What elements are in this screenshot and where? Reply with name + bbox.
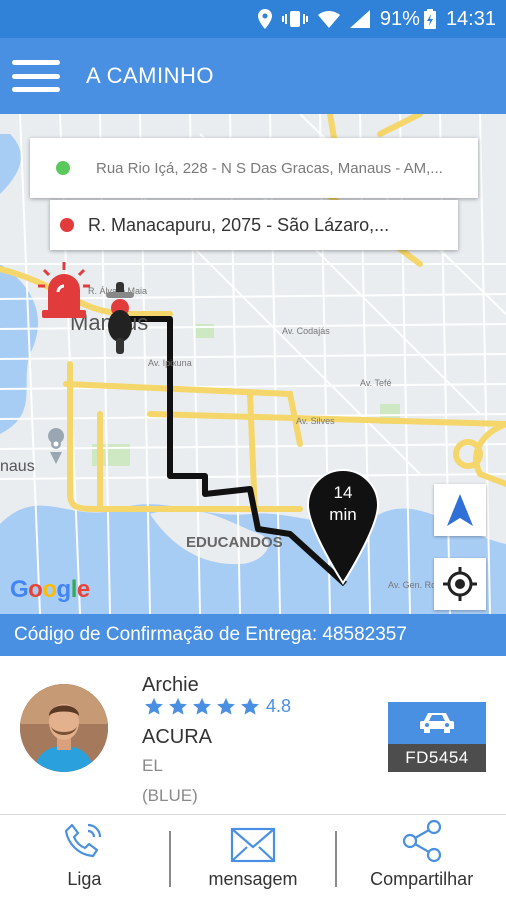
rating-value: 4.8: [266, 696, 292, 716]
map-label-district: EDUCANDOS: [186, 534, 283, 551]
destination-address-text: R. Manacapuru, 2075 - São Lázaro,...: [88, 214, 390, 235]
battery-percent: 91%: [379, 7, 420, 30]
car-color: (BLUE): [142, 786, 198, 805]
eta-unit: min: [329, 505, 357, 524]
status-bar: 91% 14:31: [0, 0, 506, 38]
star-icon: [217, 697, 235, 715]
navigation-arrow-icon: [447, 494, 473, 526]
eta-value: 14: [333, 483, 353, 502]
share-button[interactable]: Compartilhar: [337, 815, 506, 900]
eta-label: 14 min: [306, 482, 380, 526]
share-icon: [402, 819, 441, 863]
message-button[interactable]: mensagem: [168, 815, 338, 900]
license-plate: FD5454: [388, 744, 486, 772]
mail-icon: [230, 827, 276, 863]
map-label-street: Av. Tefé: [360, 378, 392, 388]
battery-icon: [423, 9, 436, 29]
confirmation-code-text: Código de Confirmação de Entrega: 485823…: [14, 624, 407, 645]
vehicle-badge: FD5454: [388, 702, 486, 772]
courier-motorbike-icon: [106, 282, 134, 354]
my-location-button[interactable]: [434, 558, 486, 610]
star-icon: [169, 697, 187, 715]
map-label-street: Av. Ipixuna: [148, 358, 192, 368]
vibrate-icon: [281, 10, 308, 28]
origin-address-field[interactable]: Rua Rio Içá, 228 - N S Das Gracas, Manau…: [30, 138, 478, 198]
map-label-street: Av. Codajás: [282, 326, 330, 336]
driver-rating: 4.8: [144, 696, 291, 717]
origin-dot-icon: [56, 161, 70, 175]
confirmation-code-banner: Código de Confirmação de Entrega: 485823…: [0, 614, 506, 656]
call-label: Liga: [67, 869, 102, 889]
share-label: Compartilhar: [370, 869, 474, 889]
navigation-button[interactable]: [434, 484, 486, 536]
destination-address-field[interactable]: R. Manacapuru, 2075 - São Lázaro,...: [50, 200, 458, 250]
phone-icon: [65, 823, 102, 858]
car-model: EL: [142, 756, 163, 775]
page-title: A CAMINHO: [86, 63, 214, 88]
driver-avatar[interactable]: [20, 684, 108, 772]
star-icon: [193, 697, 211, 715]
crosshair-icon: [443, 567, 477, 601]
wifi-icon: [317, 10, 340, 28]
siren-icon[interactable]: [38, 262, 90, 320]
driver-photo: [20, 684, 108, 772]
call-button[interactable]: Liga: [0, 815, 169, 900]
star-icon: [145, 697, 163, 715]
destination-dot-icon: [60, 218, 74, 232]
driver-panel: Archie 4.8 ACURA EL (BLUE) FD5454: [0, 656, 506, 814]
menu-icon[interactable]: [12, 56, 60, 96]
google-logo: Google: [10, 576, 90, 603]
map-label-city-left: naus: [0, 458, 35, 475]
car-icon: [420, 713, 454, 733]
app-bar: A CAMINHO: [0, 38, 506, 114]
car-make: ACURA: [142, 726, 213, 748]
bottom-action-bar: Liga mensagem Compartilhar: [0, 814, 506, 900]
driver-name: Archie: [142, 674, 199, 696]
message-label: mensagem: [208, 869, 298, 889]
signal-icon: [349, 10, 370, 28]
clock-time: 14:31: [445, 7, 496, 30]
location-icon: [257, 9, 272, 29]
star-icon: [241, 697, 259, 715]
map-label-street: Av. Silves: [296, 416, 335, 426]
divider: [168, 831, 171, 887]
origin-address-text: Rua Rio Içá, 228 - N S Das Gracas, Manau…: [96, 159, 443, 177]
map-view[interactable]: Manaus naus EDUCANDOS R. Álvaro Maia Av.…: [0, 114, 506, 614]
